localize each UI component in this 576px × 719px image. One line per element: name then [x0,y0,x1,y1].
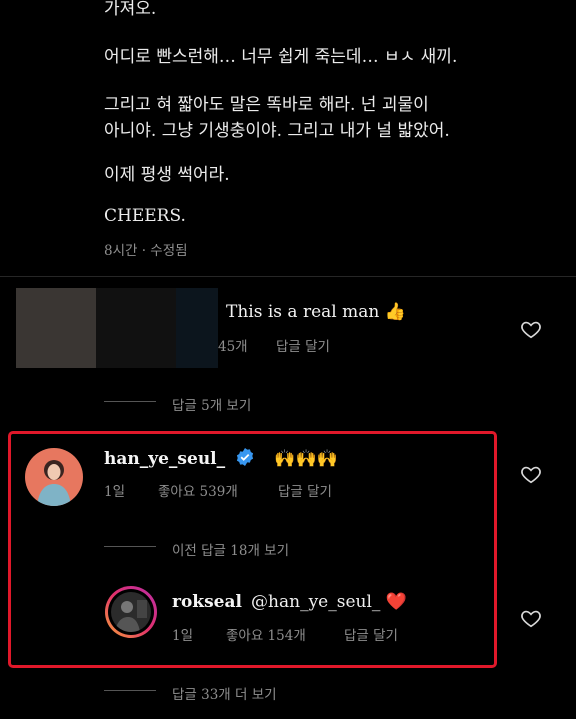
avatar [111,592,151,632]
avatar-story-ring[interactable] [105,586,157,638]
reply-button[interactable]: 답글 달기 [276,335,330,355]
thread-line [104,546,156,547]
comment-likes[interactable]: 45개 [218,335,248,355]
thumbs-up-emoji: 👍 [384,302,406,322]
post-text-line: 아니야. 그냥 기생충이야. 그리고 내가 널 밟았어. [104,121,450,141]
like-heart-icon[interactable] [520,463,542,485]
username[interactable]: rokseal [172,592,242,612]
reply-button[interactable]: 답글 달기 [344,624,398,644]
post-text-line: 이제 평생 썩어라. [104,165,230,185]
post-text-line: 그리고 혀 짧아도 말은 똑바로 해라. 넌 괴물이 [104,95,429,115]
post-text-line: CHEERS. [104,206,186,226]
thread-line [104,401,156,402]
censor-block [16,288,218,368]
view-more-replies-button[interactable]: 답글 33개 더 보기 [172,683,277,703]
avatar-person-icon [37,460,71,506]
heart-emoji: ❤️ [385,592,407,612]
mention-link[interactable]: @han_ye_seul_ [251,592,380,612]
like-heart-icon[interactable] [520,318,542,340]
comment-time: 1일 [104,484,126,500]
avatar[interactable] [25,448,83,506]
like-heart-icon[interactable] [520,607,542,629]
clap-emoji: 🙌🙌🙌 [274,449,338,469]
thread-line [104,690,156,691]
divider [0,276,576,277]
post-meta: 8시간 · 수정됨 [104,243,188,259]
comment-likes[interactable]: 좋아요 154개 [226,624,306,644]
post-text-line: 가져오. [104,0,157,19]
reply-header: rokseal @han_ye_seul_ ❤️ [172,592,407,612]
comment-header: han_ye_seul_ 🙌🙌🙌 [104,447,338,469]
verified-badge-icon [237,448,254,466]
comment-text-label: This is a real man [226,302,380,322]
post-text-line: 어디로 빤스런해… 너무 쉽게 죽는데… ㅂㅅ 새끼. [104,47,458,67]
view-previous-replies-button[interactable]: 이전 답글 18개 보기 [172,539,289,559]
view-replies-button[interactable]: 답글 5개 보기 [172,394,251,414]
comment-text: This is a real man 👍 [226,302,406,322]
reply-button[interactable]: 답글 달기 [278,480,332,500]
avatar-person-icon [115,600,147,632]
comment-likes[interactable]: 좋아요 539개 [158,480,238,500]
username[interactable]: han_ye_seul_ [104,449,225,469]
comment-time: 1일 [172,628,194,644]
